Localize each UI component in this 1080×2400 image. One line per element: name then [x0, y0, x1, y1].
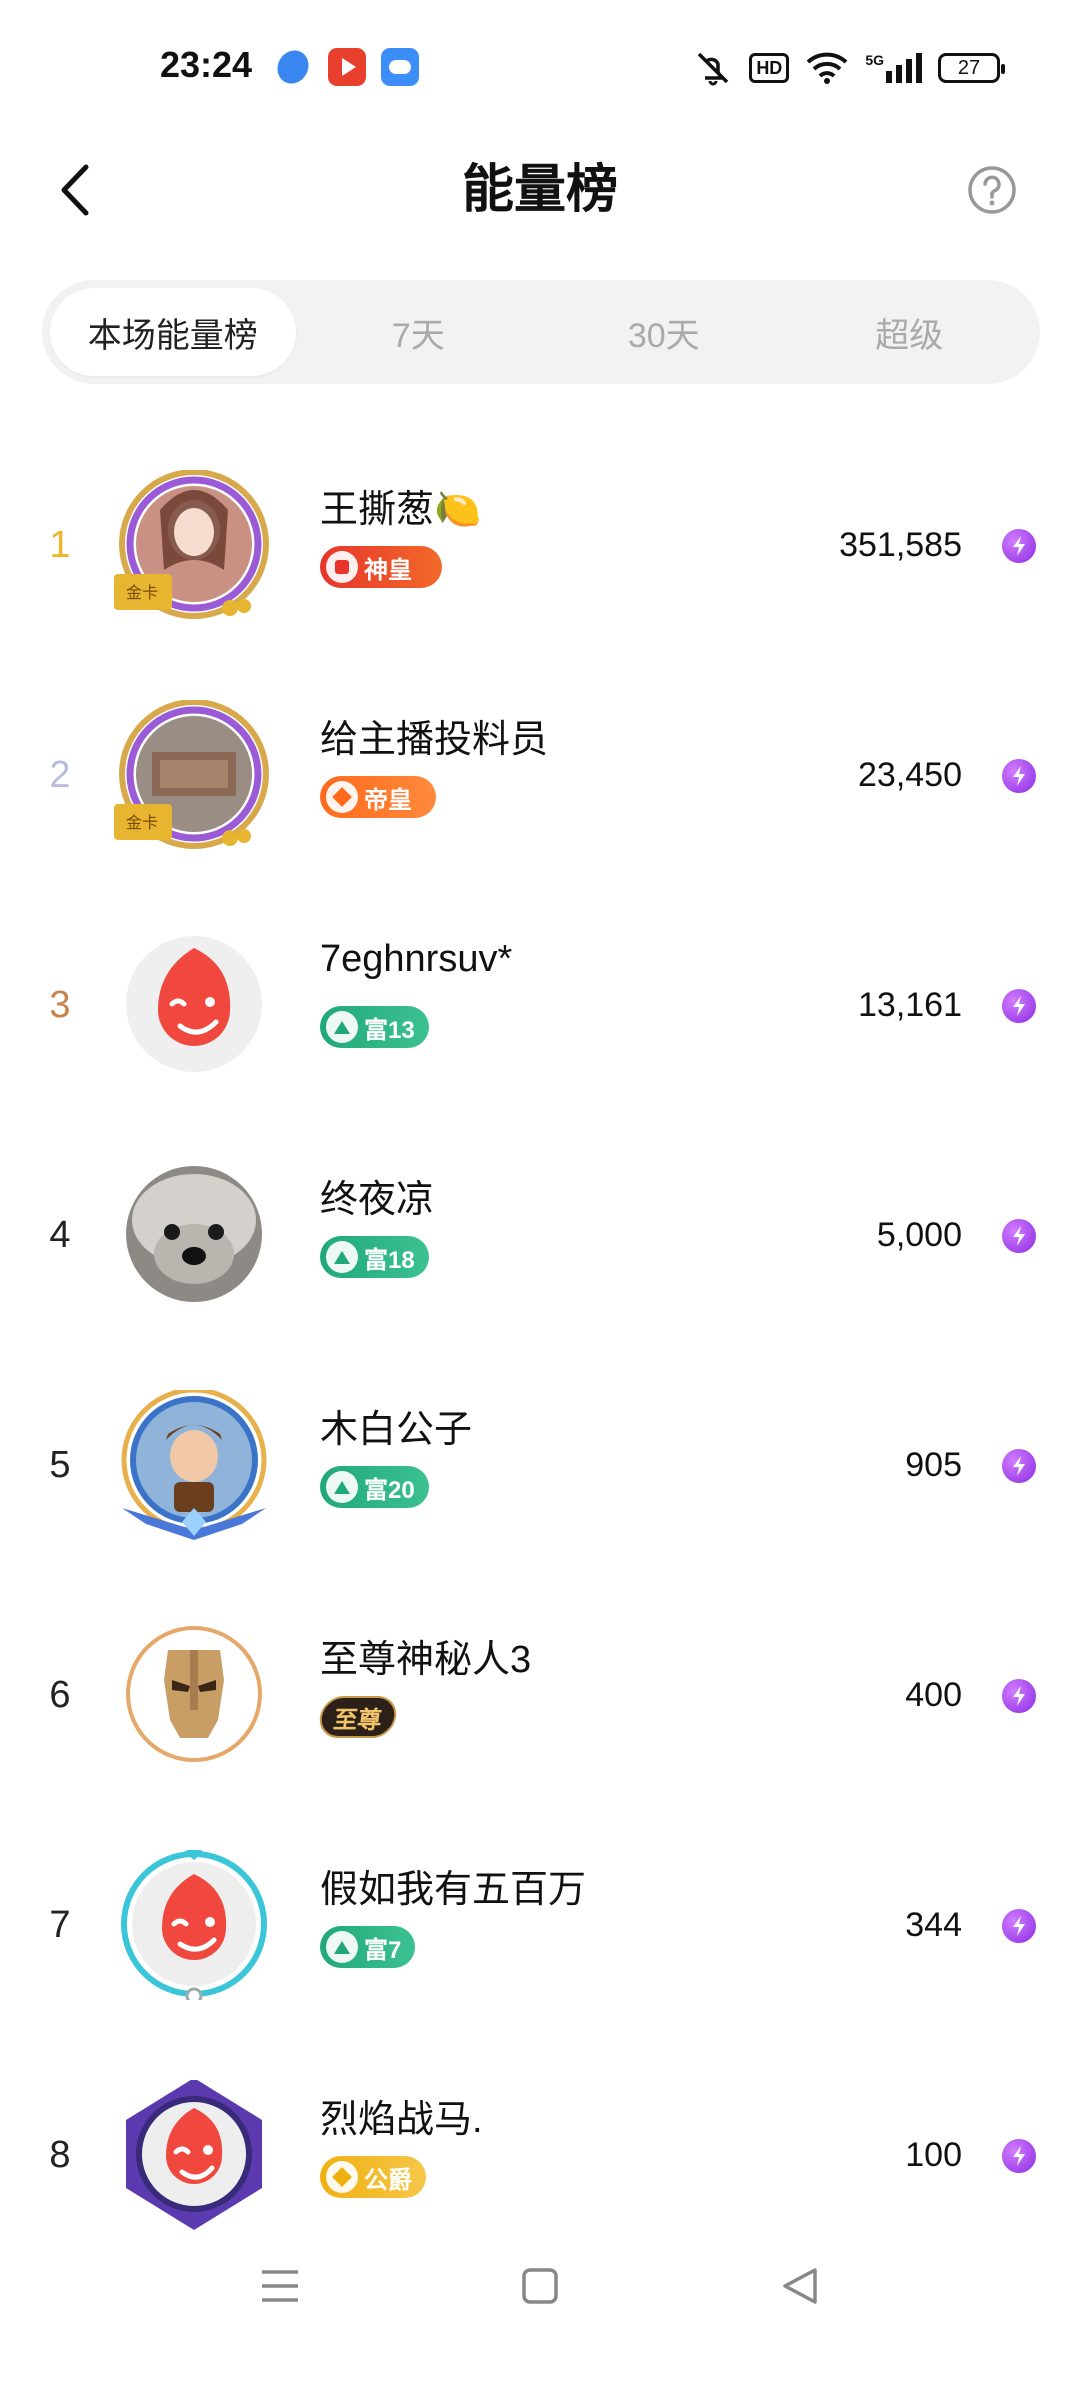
cellular-signal-icon: 5G — [865, 53, 922, 83]
cyan-frame[interactable] — [112, 1846, 272, 2005]
hd-icon: HD — [749, 53, 790, 83]
rank-number: 7 — [49, 1904, 71, 1946]
recent-apps-button[interactable] — [240, 2256, 320, 2316]
mute-icon — [698, 52, 729, 86]
user-name[interactable]: 木白公子 — [320, 1398, 472, 1453]
lightning-icon — [1002, 759, 1036, 793]
rank-number: 5 — [49, 1444, 71, 1486]
user-name[interactable]: 王撕葱🍋 — [320, 478, 481, 533]
gold-card-frame[interactable]: 金卡 — [112, 469, 272, 620]
help-icon — [968, 166, 1016, 214]
user-name[interactable]: 烈焰战马. — [320, 2088, 483, 2143]
period-tabs: 本场能量榜 7天 30天 超级 — [42, 280, 1040, 384]
weather-notification-icon — [381, 48, 419, 86]
lightning-icon — [1002, 529, 1036, 563]
page-title: 能量榜 — [461, 161, 618, 219]
energy-score: 400 — [905, 1676, 962, 1714]
rank-number: 2 — [49, 754, 71, 796]
ranking-row[interactable]: 1 金卡 王撕葱🍋 神皇 351,585 — [0, 430, 1080, 660]
diamond-icon — [326, 781, 358, 813]
rank-number: 4 — [49, 1214, 71, 1256]
lightning-icon — [1002, 1909, 1036, 1943]
rank-number: 3 — [49, 984, 71, 1026]
user-name[interactable]: 7eghnrsuv* — [320, 938, 512, 981]
user-name[interactable]: 终夜凉 — [320, 1168, 434, 1223]
lightning-icon — [1002, 1449, 1036, 1483]
ranking-row[interactable]: 5 木白公子 富20 905 — [0, 1350, 1080, 1580]
avatar-frame-icon — [121, 1387, 267, 1540]
ranking-list: 1 金卡 王撕葱🍋 神皇 351,585 2 金卡 给主播投料员 帝皇 23,4… — [0, 430, 1080, 2270]
system-back-button[interactable] — [760, 2256, 840, 2316]
user-name[interactable]: 至尊神秘人3 — [320, 1628, 531, 1683]
tab-this-session[interactable]: 本场能量榜 — [50, 288, 296, 376]
user-name[interactable]: 假如我有五百万 — [320, 1858, 586, 1913]
menu-icon — [262, 2270, 298, 2302]
avatar-frame-icon — [126, 2078, 262, 2230]
rank-number: 6 — [49, 1674, 71, 1716]
energy-score: 905 — [905, 1446, 962, 1484]
help-button[interactable] — [954, 152, 1030, 228]
masked-avatar-icon — [126, 1626, 262, 1762]
triangle-icon — [326, 1471, 358, 1503]
avatar-frame-icon: 金卡 — [114, 699, 269, 849]
status-time: 23:24 — [160, 44, 253, 85]
avatar[interactable] — [112, 1160, 272, 1310]
energy-score: 23,450 — [858, 756, 962, 794]
avatar-frame-icon — [121, 1846, 267, 2005]
tab-super[interactable]: 超级 — [787, 288, 1033, 376]
video-notification-icon — [328, 48, 366, 86]
page-header: 能量榜 — [0, 130, 1080, 250]
ranking-row[interactable]: 4 终夜凉 富18 5,000 — [0, 1120, 1080, 1350]
ranking-row[interactable]: 3 7eghnrsuv* 富13 13,161 — [0, 890, 1080, 1120]
ranking-row[interactable]: 7 假如我有五百万 富7 344 — [0, 1810, 1080, 2040]
user-name[interactable]: 给主播投料员 — [320, 708, 548, 763]
default-avatar-icon — [126, 936, 262, 1072]
ranking-row[interactable]: 6 至尊神秘人3 至尊 400 — [0, 1580, 1080, 1810]
energy-score: 344 — [905, 1906, 962, 1944]
level-badge: 至尊 — [317, 1696, 399, 1738]
status-bar: 23:24 HD 5G 27 — [0, 0, 1080, 130]
energy-score: 5,000 — [876, 1216, 962, 1254]
triangle-icon — [326, 1931, 358, 1963]
diamond-icon — [326, 2161, 358, 2193]
level-badge: 富7 — [320, 1926, 416, 1968]
home-square-icon — [522, 2268, 558, 2304]
system-icons: HD 5G 27 — [693, 48, 1005, 88]
energy-score: 13,161 — [858, 986, 962, 1024]
tab-30-days[interactable]: 30天 — [541, 288, 787, 376]
lightning-icon — [1002, 1219, 1036, 1253]
svg-text:金卡: 金卡 — [126, 583, 158, 602]
lightning-icon — [1002, 1679, 1036, 1713]
system-nav-bar — [0, 2220, 1080, 2350]
gold-ring-frame[interactable] — [112, 1620, 272, 1770]
level-badge: 富18 — [320, 1236, 429, 1278]
svg-text:金卡: 金卡 — [126, 813, 158, 832]
tab-7-days[interactable]: 7天 — [296, 288, 542, 376]
triangle-icon — [326, 1241, 358, 1273]
avatar[interactable] — [112, 930, 272, 1080]
level-badge: 富20 — [320, 1466, 429, 1508]
lightning-icon — [1002, 2139, 1036, 2173]
avatar-frame-icon: 金卡 — [114, 469, 269, 619]
home-button[interactable] — [500, 2256, 580, 2316]
level-badge: 富13 — [320, 1006, 429, 1048]
purple-crystal-frame[interactable] — [112, 2078, 272, 2230]
ranking-row[interactable]: 2 金卡 给主播投料员 帝皇 23,450 — [0, 660, 1080, 890]
energy-score: 351,585 — [839, 526, 962, 564]
rank-number: 1 — [49, 524, 71, 566]
dog-avatar-icon — [126, 1166, 262, 1302]
crown-icon — [326, 551, 358, 583]
level-badge: 公爵 — [320, 2156, 426, 2198]
back-triangle-icon — [783, 2268, 817, 2304]
level-badge: 帝皇 — [320, 776, 436, 818]
level-badge: 神皇 — [320, 546, 442, 588]
wifi-icon — [806, 52, 848, 84]
blue-wing-frame[interactable] — [112, 1387, 272, 1540]
battery-icon: 27 — [938, 53, 1005, 83]
lightning-icon — [1002, 989, 1036, 1023]
app-notification-icon — [271, 44, 315, 90]
triangle-icon — [326, 1011, 358, 1043]
gold-card-frame[interactable]: 金卡 — [112, 699, 272, 850]
